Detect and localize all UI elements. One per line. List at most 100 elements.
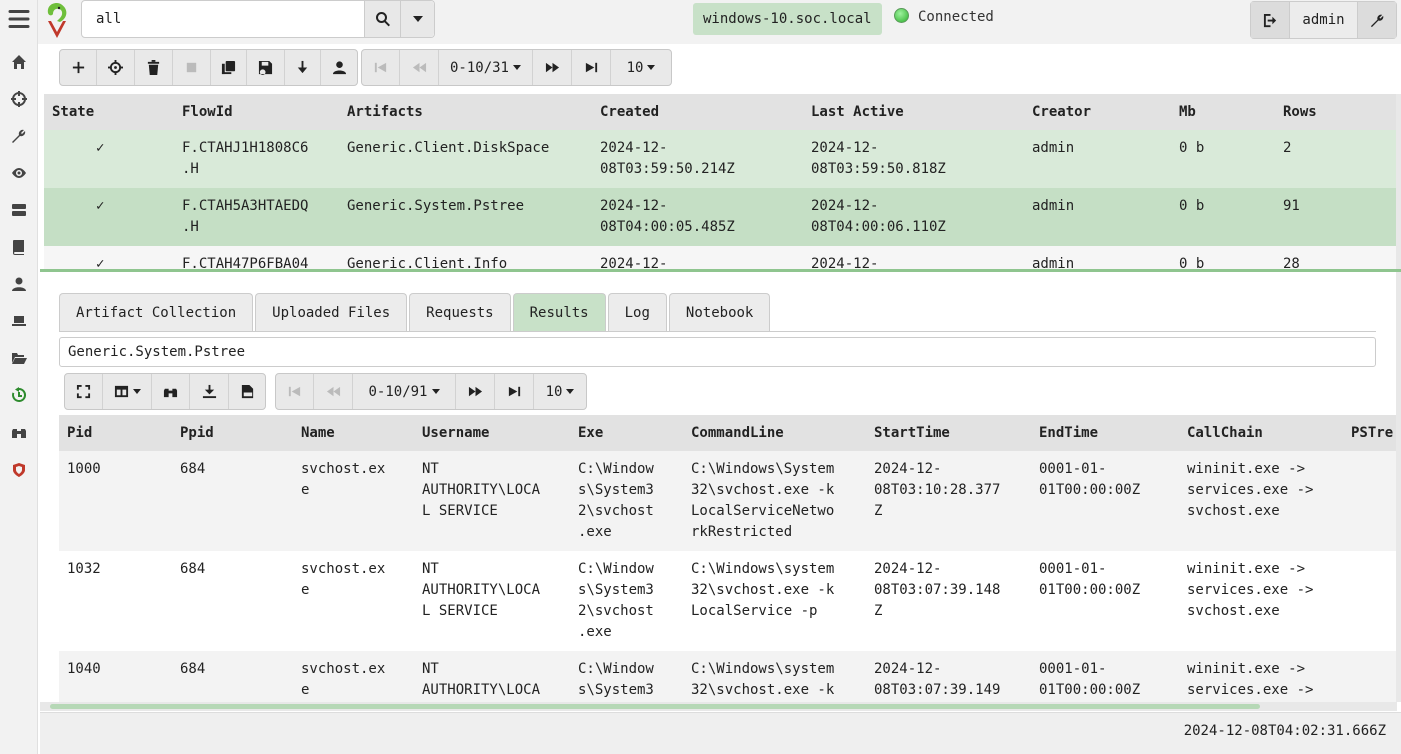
new-collection-button[interactable]: [60, 50, 97, 85]
column-header[interactable]: Rows: [1283, 102, 1317, 123]
column-header[interactable]: Mb: [1179, 102, 1196, 123]
user-settings-button[interactable]: [1358, 2, 1396, 38]
column-header[interactable]: Artifacts: [347, 102, 423, 123]
eye-icon[interactable]: [0, 156, 38, 190]
column-header[interactable]: State: [52, 102, 94, 123]
fullscreen-button[interactable]: [65, 374, 103, 409]
flow-id[interactable]: F.CTAH47P6FBA04: [182, 254, 308, 270]
pane-splitter[interactable]: [40, 269, 1401, 272]
expand-icon: [76, 384, 91, 399]
page-range-dropdown[interactable]: 0-10/91: [353, 374, 456, 409]
column-header[interactable]: CallChain: [1187, 423, 1263, 444]
column-header[interactable]: Pid: [67, 423, 92, 444]
next-page-button[interactable]: [456, 374, 495, 409]
page-size-dropdown[interactable]: 10: [611, 50, 671, 85]
username: NT AUTHORITY\LOCA L SERVICE: [422, 461, 541, 519]
user-name[interactable]: admin: [1289, 2, 1358, 38]
last-page-button[interactable]: [495, 374, 534, 409]
first-page-button[interactable]: [276, 374, 314, 409]
last-page-button[interactable]: [572, 50, 611, 85]
search-button[interactable]: [364, 1, 400, 37]
column-header[interactable]: Last Active: [811, 102, 904, 123]
velociraptor-logo-icon[interactable]: [44, 1, 70, 39]
search-input[interactable]: [82, 1, 364, 37]
table-row[interactable]: 1032 684 svchost.ex e NT AUTHORITY\LOCA …: [59, 551, 1397, 651]
prev-page-button[interactable]: [314, 374, 353, 409]
column-header[interactable]: CommandLine: [691, 423, 784, 444]
column-header[interactable]: StartTime: [874, 423, 950, 444]
download-button[interactable]: [285, 50, 321, 85]
forward-icon: [468, 386, 482, 397]
results-scrollbar[interactable]: [1396, 272, 1401, 702]
copy-flow-button[interactable]: [211, 50, 247, 85]
scrollbar-thumb[interactable]: [50, 704, 1260, 709]
binoculars-icon[interactable]: [0, 415, 38, 449]
state-check-icon: ✓: [96, 140, 105, 156]
laptop-icon[interactable]: [0, 304, 38, 338]
tab-results[interactable]: Results: [512, 293, 606, 331]
table-row[interactable]: ✓ F.CTAHJ1H1808C6 .H Generic.Client.Disk…: [44, 130, 1397, 188]
velociraptor-shield-icon[interactable]: [0, 453, 38, 487]
tab-requests[interactable]: Requests: [409, 293, 511, 331]
flows-scrollbar[interactable]: [1396, 94, 1401, 270]
column-header[interactable]: Username: [422, 423, 489, 444]
save-flow-button[interactable]: [247, 50, 285, 85]
first-page-button[interactable]: [362, 50, 400, 85]
download-csv-button[interactable]: [229, 374, 265, 409]
call-chain: wininit.exe -> services.exe -> svchost.e…: [1187, 561, 1314, 619]
server-icon[interactable]: [0, 193, 38, 227]
search-box: [81, 0, 435, 38]
flow-id[interactable]: F.CTAHJ1H1808C6 .H: [182, 138, 308, 180]
process-name: svchost.ex e: [301, 561, 386, 598]
delete-flow-button[interactable]: [135, 50, 173, 85]
tab-notebook[interactable]: Notebook: [668, 293, 771, 331]
column-header[interactable]: FlowId: [182, 102, 233, 123]
table-row-selected[interactable]: ✓ F.CTAH5A3HTAEDQ .H Generic.System.Pstr…: [44, 188, 1397, 246]
download-icon: [202, 384, 216, 399]
stop-flow-button[interactable]: [173, 50, 211, 85]
column-header[interactable]: EndTime: [1039, 423, 1098, 444]
history-icon[interactable]: [0, 378, 38, 412]
column-header[interactable]: PSTre: [1351, 423, 1393, 444]
column-header[interactable]: Creator: [1032, 102, 1091, 123]
client-host-badge[interactable]: windows-10.soc.local: [693, 3, 882, 35]
next-page-button[interactable]: [533, 50, 572, 85]
tab-log[interactable]: Log: [607, 293, 667, 331]
artifact-selector[interactable]: Generic.System.Pstree: [59, 337, 1376, 367]
filter-button[interactable]: [152, 374, 190, 409]
column-header[interactable]: Created: [600, 102, 659, 123]
user-icon[interactable]: [0, 267, 38, 301]
column-header[interactable]: Ppid: [180, 423, 214, 444]
column-selector-button[interactable]: [103, 374, 152, 409]
page-range-dropdown[interactable]: 0-10/31: [439, 50, 533, 85]
rows-count: 28: [1283, 256, 1300, 270]
server-time: 2024-12-08T04:02:31.666Z: [1183, 723, 1386, 739]
folder-open-icon[interactable]: [0, 341, 38, 375]
search-options-dropdown[interactable]: [400, 1, 434, 37]
horizontal-scrollbar[interactable]: [40, 702, 1397, 711]
download-json-button[interactable]: [190, 374, 229, 409]
flow-id[interactable]: F.CTAH5A3HTAEDQ .H: [182, 196, 308, 238]
tab-uploaded-files[interactable]: Uploaded Files: [255, 293, 408, 331]
last-active-time: 2024-12- 08T04:00:06.110Z: [811, 198, 946, 235]
prev-page-button[interactable]: [400, 50, 439, 85]
collect-hunt-button[interactable]: [97, 50, 135, 85]
wrench-icon[interactable]: [0, 119, 38, 153]
book-icon[interactable]: [0, 230, 38, 264]
page-size-dropdown[interactable]: 10: [534, 374, 586, 409]
logout-button[interactable]: [1251, 2, 1289, 38]
crosshair-icon[interactable]: [0, 82, 38, 116]
home-icon[interactable]: [0, 45, 38, 79]
user-flows-button[interactable]: [321, 50, 357, 85]
results-table-header: Pid Ppid Name Username Exe CommandLine S…: [59, 415, 1397, 451]
column-header[interactable]: Exe: [578, 423, 603, 444]
plus-icon: [72, 61, 84, 74]
column-header[interactable]: Name: [301, 423, 335, 444]
tab-artifact-collection[interactable]: Artifact Collection: [59, 293, 254, 331]
table-row[interactable]: 1040 684 svchost.ex e NT AUTHORITY\LOCA …: [59, 651, 1397, 702]
hamburger-icon[interactable]: [0, 1, 38, 37]
user-menu: admin: [1250, 1, 1397, 39]
backward-icon: [326, 386, 340, 397]
table-row[interactable]: 1000 684 svchost.ex e NT AUTHORITY\LOCA …: [59, 451, 1397, 551]
table-row[interactable]: ✓ F.CTAH47P6FBA04 Generic.Client.Info 20…: [44, 246, 1397, 270]
